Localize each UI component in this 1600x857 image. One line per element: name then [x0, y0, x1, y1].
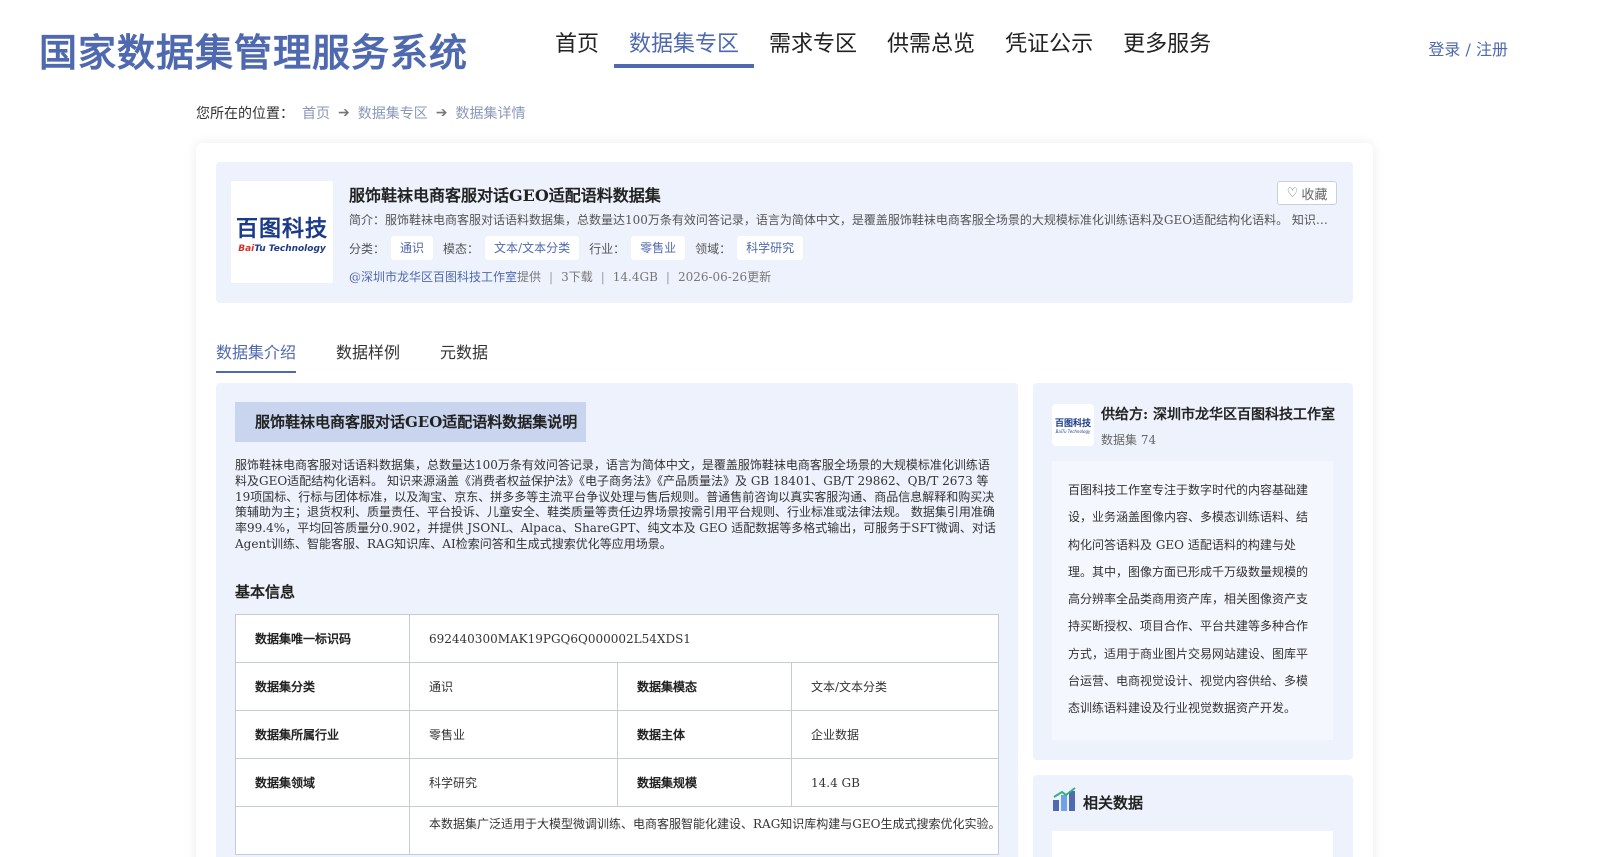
related-data-title: 相关数据 — [1083, 794, 1144, 812]
main-nav: 首页 数据集专区 需求专区 供需总览 凭证公示 更多服务 — [540, 0, 1226, 68]
supplier-description: 百图科技工作室专注于数字时代的内容基础建设，业务涵盖图像内容、多模态训练语料、结… — [1052, 461, 1333, 740]
logo-subtext: BaiTu Technology — [238, 243, 326, 254]
tag-modality[interactable]: 文本/文本分类 — [485, 236, 580, 260]
bar-chart-icon — [1053, 787, 1076, 811]
nav-dataset-zone[interactable]: 数据集专区 — [614, 0, 755, 68]
breadcrumb-dataset-detail[interactable]: 数据集详情 — [455, 103, 525, 123]
supplier-logo-text: 百图科技 — [1054, 419, 1091, 429]
table-row: 数据集所属行业 零售业 数据主体 企业数据 — [235, 710, 999, 759]
favorite-label: 收藏 — [1301, 187, 1328, 203]
download-count: 3下载 — [561, 270, 593, 284]
favorite-button[interactable]: ♡ 收藏 — [1277, 181, 1337, 205]
nav-overview[interactable]: 供需总览 — [872, 0, 990, 68]
tag-label: 分类： — [349, 241, 386, 256]
logo-text: 百图科技 — [235, 216, 328, 242]
tag-category[interactable]: 通识 — [391, 236, 434, 260]
tag-label: 行业： — [589, 241, 626, 256]
table-key: 数据集领域 — [235, 758, 410, 807]
tag-industry[interactable]: 零售业 — [631, 236, 686, 260]
table-value: 文本/文本分类 — [791, 662, 999, 711]
detail-tabs: 数据集介绍 数据样例 元数据 — [216, 339, 488, 373]
table-value: 14.4 GB — [791, 758, 999, 807]
dataset-summary: 简介：服饰鞋袜电商客服对话语料数据集，总数量达100万条有效问答记录，语言为简体… — [349, 213, 1339, 227]
table-key: 数据集所属行业 — [235, 710, 410, 759]
tag-label: 模态： — [443, 241, 480, 256]
tab-introduction[interactable]: 数据集介绍 — [216, 339, 297, 373]
table-value: 通识 — [409, 662, 618, 711]
nav-home[interactable]: 首页 — [540, 0, 614, 68]
tag-domain[interactable]: 科学研究 — [737, 236, 804, 260]
table-value: 零售业 — [409, 710, 618, 759]
nav-more-services[interactable]: 更多服务 — [1108, 0, 1226, 68]
table-row: 本数据集广泛适用于大模型微调训练、电商客服智能化建设、RAG知识库构建与GEO生… — [235, 806, 999, 855]
table-key: 数据集规模 — [617, 758, 792, 807]
table-value: 企业数据 — [791, 710, 999, 759]
table-value: 692440300MAK19PGQ6Q000002L54XDS1 — [409, 614, 999, 663]
site-title: 国家数据集管理服务系统 — [39, 31, 469, 75]
table-row: 数据集领域 科学研究 数据集规模 14.4 GB — [235, 758, 999, 807]
table-key: 数据主体 — [617, 710, 792, 759]
table-key — [235, 806, 410, 855]
section-title: 服饰鞋袜电商客服对话GEO适配语料数据集说明 — [235, 402, 586, 442]
breadcrumb: 您所在的位置： 首页 ➔ 数据集专区 ➔ 数据集详情 — [196, 103, 525, 123]
supplier-dataset-count: 数据集 74 — [1101, 433, 1157, 447]
table-row: 数据集分类 通识 数据集模态 文本/文本分类 — [235, 662, 999, 711]
dataset-header: 百图科技 BaiTu Technology 服饰鞋袜电商客服对话GEO适配语料数… — [216, 162, 1353, 303]
breadcrumb-home[interactable]: 首页 — [302, 103, 330, 123]
related-data-list — [1052, 831, 1333, 857]
separator: | — [600, 269, 605, 284]
table-key: 数据集唯一标识码 — [235, 614, 410, 663]
arrow-right-icon: ➔ — [338, 105, 350, 121]
tab-metadata[interactable]: 元数据 — [440, 339, 488, 373]
update-date: 2026-06-26更新 — [677, 270, 772, 284]
provided-label: 提供 — [517, 270, 542, 284]
dataset-size: 14.4GB — [612, 269, 658, 284]
supplier-logo[interactable]: 百图科技 BaiTu Technology — [1052, 404, 1094, 446]
supplier-panel: 百图科技 BaiTu Technology 供给方: 深圳市龙华区百图科技工作室… — [1033, 383, 1353, 760]
dataset-logo: 百图科技 BaiTu Technology — [231, 181, 333, 283]
table-row: 数据集唯一标识码 692440300MAK19PGQ6Q000002L54XDS… — [235, 614, 999, 663]
dataset-meta: @深圳市龙华区百图科技工作室 提供 | 3下载 | 14.4GB | 2026-… — [349, 268, 771, 285]
related-data-panel: 相关数据 — [1033, 775, 1353, 857]
nav-demand-zone[interactable]: 需求专区 — [754, 0, 872, 68]
separator: | — [665, 269, 670, 284]
table-key: 数据集分类 — [235, 662, 410, 711]
dataset-tags: 分类： 通识 模态： 文本/文本分类 行业： 零售业 领域： 科学研究 — [349, 236, 813, 260]
table-key: 数据集模态 — [617, 662, 792, 711]
introduction-panel: 服饰鞋袜电商客服对话GEO适配语料数据集说明 服饰鞋袜电商客服对话语料数据集，总… — [216, 383, 1018, 857]
table-value: 本数据集广泛适用于大模型微调训练、电商客服智能化建设、RAG知识库构建与GEO生… — [409, 806, 999, 855]
table-value: 科学研究 — [409, 758, 618, 807]
introduction-text: 服饰鞋袜电商客服对话语料数据集，总数量达100万条有效问答记录，语言为简体中文，… — [235, 458, 996, 551]
provider-link[interactable]: @深圳市龙华区百图科技工作室 — [349, 268, 517, 285]
separator: | — [549, 269, 554, 284]
tag-label: 领域： — [695, 241, 732, 256]
basic-info-table: 数据集唯一标识码 692440300MAK19PGQ6Q000002L54XDS… — [235, 614, 999, 855]
breadcrumb-prefix: 您所在的位置： — [196, 106, 294, 122]
supplier-name[interactable]: 供给方: 深圳市龙华区百图科技工作室 — [1101, 404, 1335, 424]
nav-credentials[interactable]: 凭证公示 — [990, 0, 1108, 68]
dataset-title: 服饰鞋袜电商客服对话GEO适配语料数据集 — [349, 186, 661, 205]
main-card: 百图科技 BaiTu Technology 服饰鞋袜电商客服对话GEO适配语料数… — [196, 143, 1373, 857]
basic-info-title: 基本信息 — [235, 583, 296, 601]
arrow-right-icon: ➔ — [435, 105, 448, 121]
tab-samples[interactable]: 数据样例 — [336, 339, 400, 373]
login-register-link[interactable]: 登录 / 注册 — [1428, 36, 1508, 60]
breadcrumb-dataset-zone[interactable]: 数据集专区 — [358, 103, 428, 123]
supplier-logo-subtext: BaiTu Technology — [1055, 429, 1091, 434]
heart-icon: ♡ — [1286, 185, 1299, 201]
